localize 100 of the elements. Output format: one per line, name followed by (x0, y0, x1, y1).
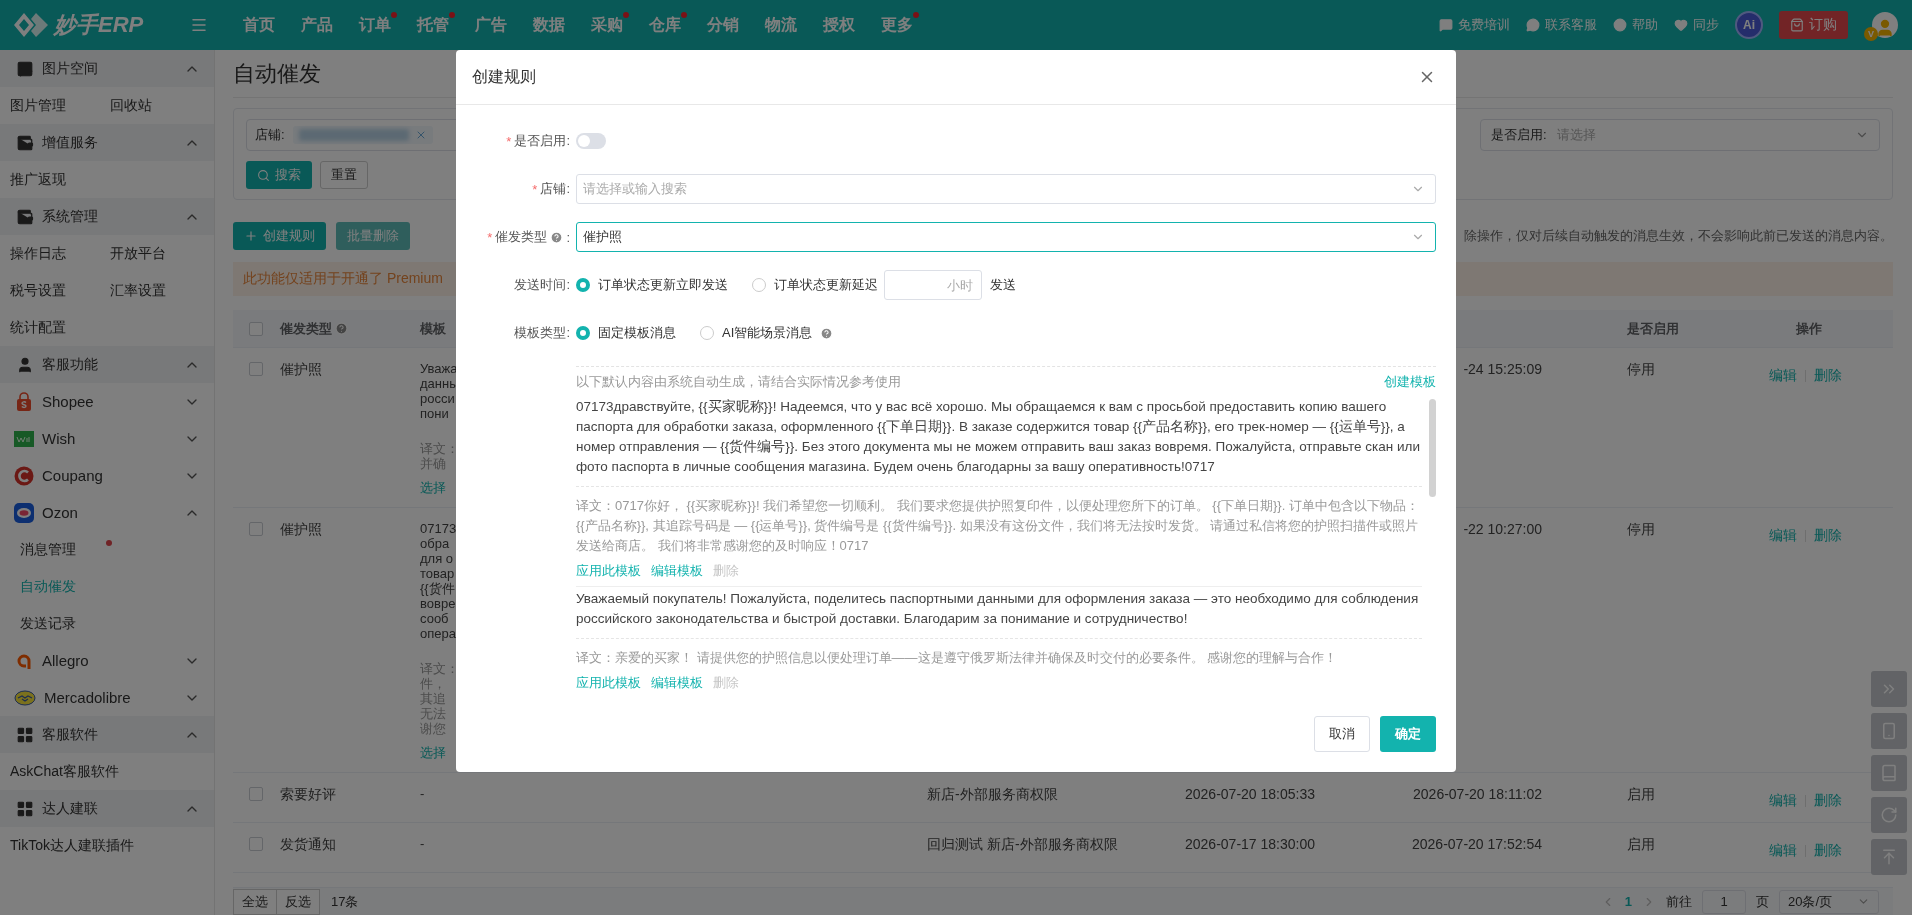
sidebar-section-header[interactable]: 增值服务 (0, 124, 214, 161)
ai-badge[interactable]: Ai (1735, 11, 1763, 39)
page-size-select[interactable]: 20条/页 (1779, 889, 1879, 914)
nav-item[interactable]: 物流 (752, 10, 810, 40)
nav-item[interactable]: 产品 (288, 10, 346, 40)
checkbox[interactable] (249, 362, 263, 376)
top-link[interactable]: 帮助 (1613, 16, 1658, 34)
create-template-link[interactable]: 创建模板 (1384, 373, 1436, 391)
checkbox[interactable] (249, 787, 263, 801)
radio-label[interactable]: AI智能场景消息 (722, 324, 813, 342)
template-action-link[interactable]: 应用此模板 (576, 562, 641, 580)
refresh-button[interactable] (1871, 797, 1907, 833)
nav-item[interactable]: 采购 (578, 10, 636, 40)
goto-label: 前往 (1666, 892, 1692, 911)
platform-row[interactable]: Wish (0, 420, 214, 457)
menu-icon[interactable] (190, 16, 208, 34)
scrollbar-thumb[interactable] (1429, 399, 1436, 497)
search-button[interactable]: 搜索 (246, 161, 312, 189)
sidebar-section-header[interactable]: 客服功能 (0, 346, 214, 383)
radio-button[interactable] (752, 278, 766, 292)
radio-label[interactable]: 订单状态更新立即发送 (598, 276, 728, 294)
sidebar-item[interactable]: 发送记录 (20, 605, 120, 642)
cancel-button[interactable]: 取消 (1314, 716, 1370, 752)
radio-button[interactable] (576, 278, 590, 292)
confirm-button[interactable]: 确定 (1380, 716, 1436, 752)
sidebar-item[interactable]: 消息管理 (20, 531, 120, 568)
sidebar-section-header[interactable]: 客服软件 (0, 716, 214, 753)
nav-item[interactable]: 授权 (810, 10, 868, 40)
sidebar-item[interactable]: AskChat客服软件 (10, 753, 119, 790)
template-link[interactable]: 选择 (420, 480, 446, 495)
checkbox[interactable] (249, 522, 263, 536)
platform-row[interactable]: Shopee (0, 383, 214, 420)
nav-item[interactable]: 数据 (520, 10, 578, 40)
select-field[interactable]: 请选择或输入搜索 (576, 174, 1436, 204)
template-action-link[interactable]: 应用此模板 (576, 674, 641, 692)
guide-button[interactable] (1871, 755, 1907, 791)
action-link[interactable]: 编辑 (1768, 792, 1797, 810)
top-link[interactable]: 同步 (1674, 16, 1719, 34)
checkbox[interactable] (249, 837, 263, 851)
create-rule-button[interactable]: 创建规则 (233, 222, 326, 250)
table-cell-text: 停用 (1626, 521, 1656, 538)
sidebar-item[interactable]: 开放平台 (110, 235, 210, 272)
nav-item[interactable]: 订单 (346, 10, 404, 40)
sidebar-item[interactable]: 操作日志 (10, 235, 110, 272)
sidebar-item[interactable]: 税号设置 (10, 272, 110, 309)
hours-input[interactable]: 小时 (884, 270, 982, 300)
invert-selection-button[interactable]: 反选 (276, 888, 320, 915)
collapse-button[interactable] (1871, 671, 1907, 707)
nav-item[interactable]: 广告 (462, 10, 520, 40)
sidebar-section-header[interactable]: 图片空间 (0, 50, 214, 87)
top-link[interactable]: 免费培训 (1439, 16, 1510, 34)
sidebar-section-header[interactable]: 达人建联 (0, 790, 214, 827)
action-link[interactable]: 删除 (1813, 527, 1842, 545)
nav-item[interactable]: 仓库 (636, 10, 694, 40)
platform-row[interactable]: Mercadolibre (0, 679, 214, 716)
action-link[interactable]: 编辑 (1768, 842, 1797, 860)
action-link[interactable]: 删除 (1813, 792, 1842, 810)
nav-item[interactable]: 托管 (404, 10, 462, 40)
grid-icon (16, 799, 34, 818)
action-link[interactable]: 删除 (1813, 367, 1842, 385)
checkbox[interactable] (249, 322, 263, 336)
chat-icon (1526, 18, 1540, 32)
select-all-button[interactable]: 全选 (233, 888, 277, 915)
radio-button[interactable] (576, 326, 590, 340)
sidebar-item[interactable]: 回收站 (110, 87, 210, 124)
table-cell-text: 索要好评 (279, 786, 337, 803)
template-action-link[interactable]: 编辑模板 (651, 674, 703, 692)
nav-item[interactable]: 分销 (694, 10, 752, 40)
sidebar-item[interactable]: 图片管理 (10, 87, 110, 124)
platform-row[interactable]: Coupang (0, 457, 214, 494)
sidebar-item[interactable]: 统计配置 (10, 309, 110, 346)
platform-row[interactable]: Allegro (0, 642, 214, 679)
action-link[interactable]: 编辑 (1768, 367, 1797, 385)
action-link[interactable]: 编辑 (1768, 527, 1797, 545)
bag-logo-icon (14, 391, 34, 412)
template-action-link[interactable]: 编辑模板 (651, 562, 703, 580)
record-count: 17条 (331, 892, 359, 911)
page-input[interactable]: 1 (1702, 889, 1746, 914)
nav-item[interactable]: 更多 (868, 10, 926, 40)
sidebar-item[interactable]: 汇率设置 (110, 272, 210, 309)
sidebar-item[interactable]: 自动催发 (20, 568, 120, 605)
template-link[interactable]: 选择 (420, 745, 446, 760)
sidebar-item[interactable]: TikTok达人建联插件 (10, 827, 134, 864)
nav-item[interactable]: 首页 (230, 10, 288, 40)
sidebar-section-header[interactable]: 系统管理 (0, 198, 214, 235)
action-link[interactable]: 删除 (1813, 842, 1842, 860)
platform-row[interactable]: Ozon (0, 494, 214, 531)
order-button[interactable]: 订购 (1779, 11, 1848, 39)
toggle-switch[interactable] (576, 133, 606, 149)
page-number[interactable]: 1 (1624, 894, 1632, 909)
radio-label[interactable]: 订单状态更新延迟 (774, 276, 878, 294)
radio-button[interactable] (700, 326, 714, 340)
mobile-button[interactable] (1871, 713, 1907, 749)
back-to-top-button[interactable] (1871, 839, 1907, 875)
radio-label[interactable]: 固定模板消息 (598, 324, 676, 342)
sidebar-item[interactable]: 推广返现 (10, 161, 110, 198)
select-field[interactable]: 催护照 (576, 222, 1436, 252)
avatar[interactable] (1872, 12, 1898, 38)
reset-button[interactable]: 重置 (320, 161, 368, 189)
top-link[interactable]: 联系客服 (1526, 16, 1597, 34)
